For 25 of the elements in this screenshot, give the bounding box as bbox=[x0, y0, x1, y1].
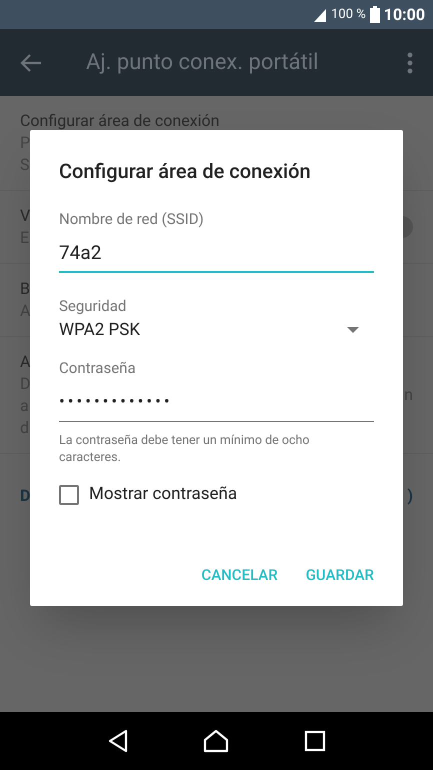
setting-text: Configurar área de conexión bbox=[20, 110, 220, 132]
field-label: Nombre de red (SSID) bbox=[59, 209, 205, 230]
back-icon[interactable] bbox=[107, 729, 130, 753]
battery-level: 100 % bbox=[331, 6, 366, 24]
clock: 10:00 bbox=[384, 4, 425, 26]
back-arrow-icon[interactable] bbox=[20, 52, 42, 72]
battery-icon bbox=[370, 6, 380, 23]
field-label: Seguridad bbox=[59, 296, 128, 317]
setting-text: V bbox=[20, 205, 30, 227]
security-dropdown[interactable]: WPA2 PSK bbox=[59, 318, 374, 343]
recent-apps-icon[interactable] bbox=[304, 730, 326, 752]
setting-text: A bbox=[20, 351, 30, 373]
screen-title: Aj. punto conex. portátil bbox=[86, 49, 320, 77]
more-options-icon[interactable] bbox=[407, 52, 413, 74]
ssid-field[interactable]: 74a2 bbox=[59, 238, 374, 273]
dialog-title: Configurar área de conexión bbox=[59, 158, 312, 185]
signal-icon bbox=[313, 8, 328, 22]
setting-text: B bbox=[20, 278, 30, 300]
home-icon[interactable] bbox=[203, 729, 230, 753]
helper-text: La contraseña debe tener un mínimo de ocho caracteres. bbox=[59, 432, 311, 466]
password-field[interactable]: ••••••••••••• bbox=[59, 390, 374, 422]
checkbox[interactable] bbox=[59, 484, 79, 505]
dropdown-caret-icon bbox=[347, 327, 359, 334]
field-label: Contraseña bbox=[59, 358, 137, 379]
show-password-checkbox[interactable]: Mostrar contraseña bbox=[59, 482, 374, 508]
